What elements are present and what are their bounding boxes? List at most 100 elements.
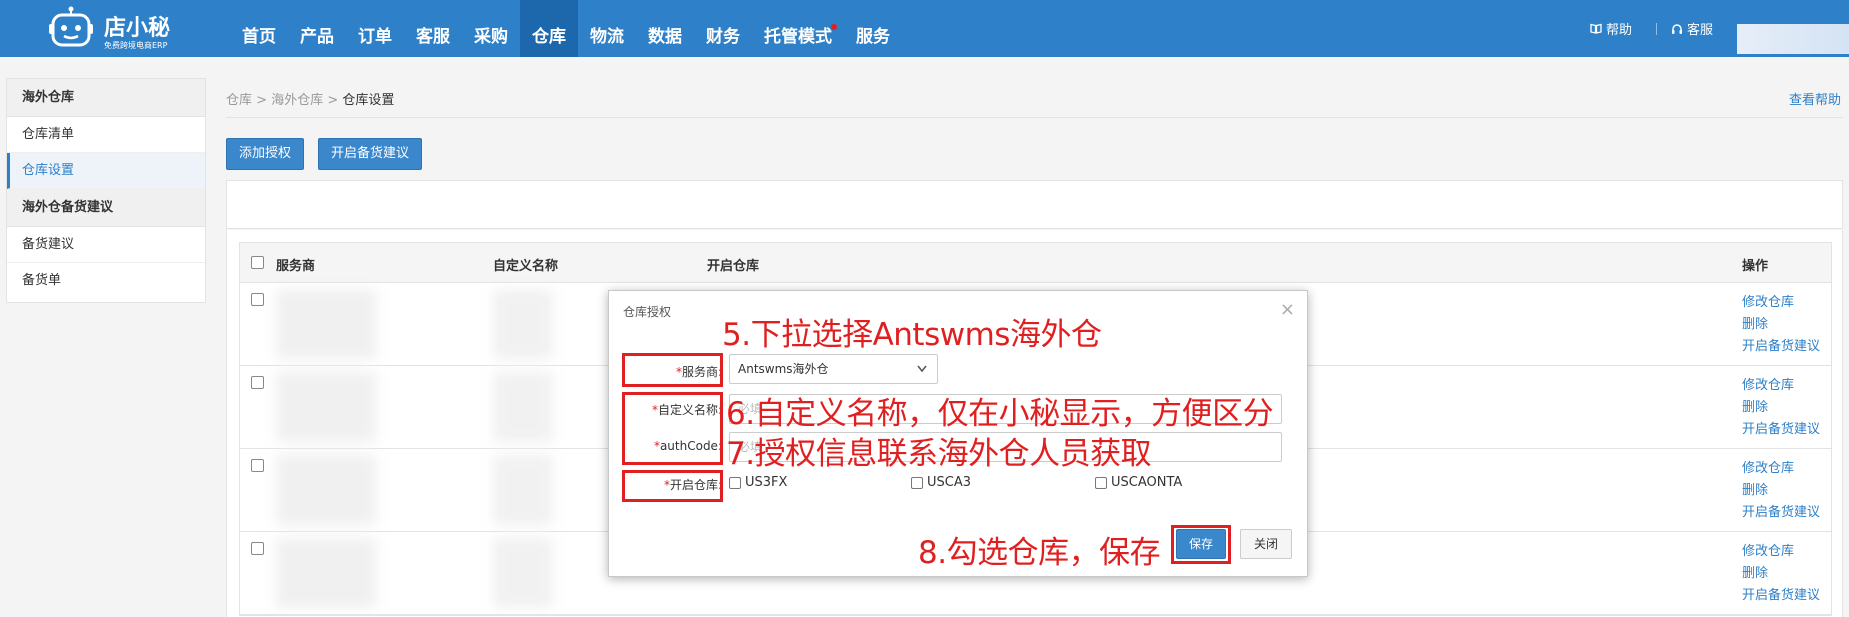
enable-stock-suggestion-button[interactable]: 开启备货建议 xyxy=(318,138,422,170)
nav-item-label: 服务 xyxy=(856,27,890,47)
nav-item[interactable]: 订单 xyxy=(346,0,404,57)
nav-item[interactable]: 数据 xyxy=(636,0,694,57)
nav-item[interactable]: 首页 xyxy=(230,0,288,57)
nav-item[interactable]: 物流 xyxy=(578,0,636,57)
enable-stock-suggestion-link[interactable]: 开启备货建议 xyxy=(1742,502,1820,524)
select-all-checkbox[interactable] xyxy=(251,256,264,269)
sidebar-item-warehouse-list[interactable]: 仓库清单 xyxy=(7,117,205,153)
headset-icon xyxy=(1671,23,1682,34)
edit-warehouse-link[interactable]: 修改仓库 xyxy=(1742,541,1820,563)
notification-dot xyxy=(831,24,837,30)
row-checkbox[interactable] xyxy=(251,542,264,555)
breadcrumb-separator: > xyxy=(327,93,339,108)
row-checkbox[interactable] xyxy=(251,459,264,472)
close-icon[interactable]: × xyxy=(1280,299,1295,320)
filter-panel xyxy=(226,180,1843,229)
nav-item[interactable]: 产品 xyxy=(288,0,346,57)
enable-stock-suggestion-link[interactable]: 开启备货建议 xyxy=(1742,585,1820,607)
delete-link[interactable]: 删除 xyxy=(1742,397,1820,419)
view-help-link[interactable]: 查看帮助 xyxy=(1789,89,1841,108)
customer-service-link[interactable]: 客服 xyxy=(1671,19,1713,38)
annotation-step-5: 5.下拉选择Antswms海外仓 xyxy=(722,317,1102,353)
edit-warehouse-link[interactable]: 修改仓库 xyxy=(1742,458,1820,480)
add-authorization-button[interactable]: 添加授权 xyxy=(226,138,304,170)
help-link[interactable]: 帮助 xyxy=(1590,19,1632,38)
annotation-step-7: 7.授权信息联系海外仓人员获取 xyxy=(726,436,1152,472)
edit-warehouse-link[interactable]: 修改仓库 xyxy=(1742,375,1820,397)
blurred-provider-cell xyxy=(276,538,376,608)
blurred-name-cell xyxy=(493,289,553,359)
sidebar-group-stock-suggestion: 海外仓备货建议 xyxy=(7,189,205,227)
nav-item-label: 产品 xyxy=(300,27,334,47)
header-enabled-warehouses: 开启仓库 xyxy=(707,259,760,274)
breadcrumb-separator: > xyxy=(256,93,268,108)
breadcrumb-divider xyxy=(226,117,1843,118)
blurred-provider-cell xyxy=(276,455,376,525)
annotation-box-provider xyxy=(622,353,723,387)
provider-select[interactable]: Antswms海外仓 xyxy=(729,354,938,384)
book-icon xyxy=(1590,23,1602,34)
annotation-box-name-authcode xyxy=(622,392,723,465)
nav-item[interactable]: 托管模式 xyxy=(752,0,844,57)
header-operations: 操作 xyxy=(1742,259,1769,274)
row-operations: 修改仓库 删除 开启备货建议 xyxy=(1742,375,1820,441)
dialog-title: 仓库授权 xyxy=(623,305,672,319)
row-operations: 修改仓库 删除 开启备货建议 xyxy=(1742,458,1820,524)
row-checkbox[interactable] xyxy=(251,293,264,306)
main-nav: 首页 产品 订单 客服 采购 仓库 物流 数据 财务 托管模式 服务 xyxy=(230,0,902,57)
row-operations: 修改仓库 删除 开启备货建议 xyxy=(1742,292,1820,358)
robot-logo-icon xyxy=(49,6,93,47)
annotation-step-8: 8.勾选仓库，保存 xyxy=(918,535,1161,571)
annotation-box-warehouses xyxy=(622,470,723,502)
logo-name: 店小秘 xyxy=(104,16,171,41)
sidebar-item-stock-order[interactable]: 备货单 xyxy=(7,263,205,299)
sidebar-item-stock-suggestion[interactable]: 备货建议 xyxy=(7,227,205,263)
warehouse-checkbox-usca3[interactable]: USCA3 xyxy=(911,475,971,490)
nav-item-label: 物流 xyxy=(590,27,624,47)
breadcrumb-current: 仓库设置 xyxy=(342,93,395,108)
delete-link[interactable]: 删除 xyxy=(1742,480,1820,502)
checkbox[interactable] xyxy=(911,476,923,489)
nav-item-label: 采购 xyxy=(474,27,508,47)
blurred-name-cell xyxy=(493,538,553,608)
header-right: 帮助 客服 xyxy=(1590,0,1849,57)
breadcrumb-warehouse[interactable]: 仓库 xyxy=(226,93,252,108)
nav-item[interactable]: 仓库 xyxy=(520,0,578,57)
blurred-provider-cell xyxy=(276,372,376,442)
header-provider: 服务商 xyxy=(276,259,316,274)
nav-item[interactable]: 采购 xyxy=(462,0,520,57)
breadcrumb-overseas-warehouse[interactable]: 海外仓库 xyxy=(271,93,323,108)
nav-item[interactable]: 客服 xyxy=(404,0,462,57)
breadcrumb: 仓库 > 海外仓库 > 仓库设置 xyxy=(226,89,394,108)
sidebar: 海外仓库 仓库清单 仓库设置 海外仓备货建议 备货建议 备货单 xyxy=(6,78,206,303)
logo[interactable]: 店小秘 免费跨境电商ERP xyxy=(48,6,198,52)
checkbox[interactable] xyxy=(729,476,741,489)
row-checkbox[interactable] xyxy=(251,376,264,389)
delete-link[interactable]: 删除 xyxy=(1742,563,1820,585)
edit-warehouse-link[interactable]: 修改仓库 xyxy=(1742,292,1820,314)
warehouse-name: USCA3 xyxy=(927,475,972,490)
sidebar-item-warehouse-settings[interactable]: 仓库设置 xyxy=(7,153,205,189)
warehouse-checkbox-us3fx[interactable]: US3FX xyxy=(729,475,787,490)
nav-item[interactable]: 服务 xyxy=(844,0,902,57)
nav-item[interactable]: 财务 xyxy=(694,0,752,57)
top-navigation-bar: 店小秘 免费跨境电商ERP 首页 产品 订单 客服 采购 仓库 物流 数据 财务 托管模式 服务 帮… xyxy=(0,0,1849,57)
checkbox[interactable] xyxy=(1095,476,1107,489)
delete-link[interactable]: 删除 xyxy=(1742,314,1820,336)
blurred-provider-cell xyxy=(276,289,376,359)
nav-item-label: 财务 xyxy=(706,27,740,47)
header-custom-name: 自定义名称 xyxy=(493,259,559,274)
sidebar-group-overseas-warehouse: 海外仓库 xyxy=(7,79,205,117)
nav-item-label: 仓库 xyxy=(532,27,566,47)
chevron-down-icon xyxy=(917,365,927,373)
user-account-box[interactable] xyxy=(1737,24,1849,54)
warehouse-checkbox-uscaonta[interactable]: USCAONTA xyxy=(1095,475,1182,490)
nav-item-label: 托管模式 xyxy=(764,27,832,47)
enable-stock-suggestion-link[interactable]: 开启备货建议 xyxy=(1742,419,1820,441)
logo-slogan: 免费跨境电商ERP xyxy=(104,41,168,50)
close-button[interactable]: 关闭 xyxy=(1240,529,1292,559)
service-label: 客服 xyxy=(1686,23,1713,38)
enable-stock-suggestion-link[interactable]: 开启备货建议 xyxy=(1742,336,1820,358)
header-divider xyxy=(1655,22,1657,35)
annotation-box-save xyxy=(1171,525,1231,564)
